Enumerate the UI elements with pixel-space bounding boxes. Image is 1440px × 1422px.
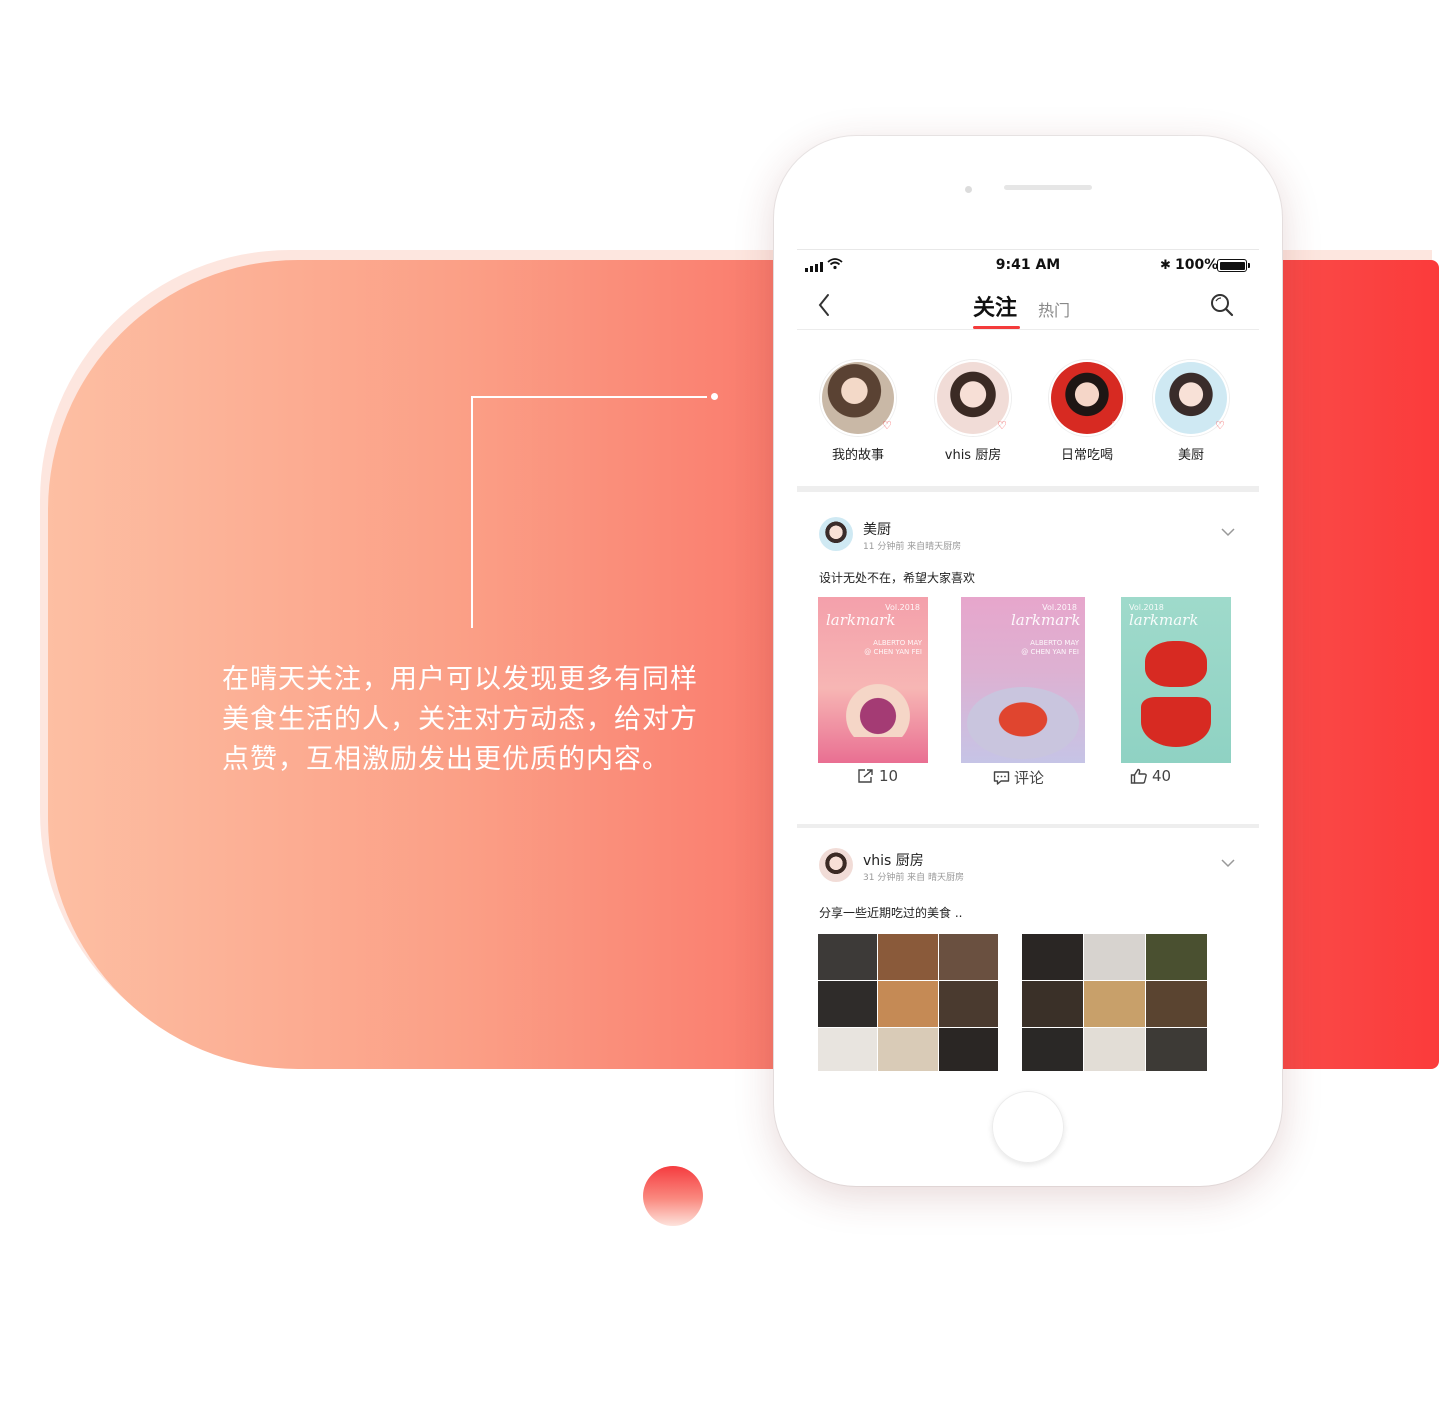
like-button[interactable]: 40 xyxy=(1130,767,1171,785)
comment-icon xyxy=(993,770,1010,785)
callout-dot xyxy=(711,393,718,400)
avatar: ♡ xyxy=(1049,360,1125,436)
photo-grid[interactable] xyxy=(1022,934,1207,1071)
story-item[interactable]: ♡ 美厨 xyxy=(1136,360,1246,463)
magazine-cover[interactable]: Vol.2018 larkmark ALBERTO MAY @ CHEN YAN… xyxy=(818,597,928,763)
phone-camera xyxy=(965,186,972,193)
magazine-art xyxy=(1141,697,1211,747)
story-label: vhis 厨房 xyxy=(944,448,1002,463)
avatar[interactable] xyxy=(819,848,853,882)
post-text: 分享一些近期吃过的美食 .. xyxy=(819,906,963,920)
heart-icon: ♡ xyxy=(1111,419,1121,432)
share-icon xyxy=(858,769,873,783)
story-item[interactable]: ♡ vhis 厨房 xyxy=(918,360,1028,463)
bluetooth-icon: ✱ xyxy=(1160,258,1171,273)
search-icon[interactable] xyxy=(1209,292,1235,318)
callout-line-vertical xyxy=(471,396,473,628)
chevron-down-icon[interactable] xyxy=(1221,527,1235,537)
battery-icon xyxy=(1217,259,1250,272)
section-divider xyxy=(797,486,1259,492)
magazine-cover[interactable]: Vol.2018 larkmark ALBERTO MAY @ CHEN YAN… xyxy=(961,597,1085,763)
comment-button[interactable]: 评论 xyxy=(993,767,1044,788)
status-bar: 9:41 AM ✱ 100% xyxy=(797,250,1259,280)
avatar: ♡ xyxy=(1153,360,1229,436)
story-label: 日常吃喝 xyxy=(1060,448,1113,463)
story-list: ♡ 我的故事 ♡ vhis 厨房 ♡ 日常吃喝 ♡ 美厨 xyxy=(797,330,1259,486)
photo-grid[interactable] xyxy=(818,934,998,1071)
share-button[interactable]: 10 xyxy=(857,767,898,785)
like-count: 40 xyxy=(1152,767,1172,785)
post-meta: 11 分钟前 来自晴天厨房 xyxy=(863,542,962,552)
post-author[interactable]: 美厨 xyxy=(863,519,891,539)
avatar[interactable] xyxy=(819,517,853,551)
section-divider xyxy=(797,824,1259,828)
heart-icon: ♡ xyxy=(997,419,1007,432)
feature-description: 在晴天关注，用户可以发现更多有同样美食生活的人，关注对方动态，给对方点赞，互相激… xyxy=(222,664,698,775)
post-actions: 10 评论 40 xyxy=(797,767,1259,797)
back-icon[interactable] xyxy=(815,292,835,318)
battery-percent: 100% xyxy=(1175,257,1219,273)
thumbs-up-icon xyxy=(1130,768,1147,784)
post-text: 设计无处不在，希望大家喜欢 xyxy=(819,571,976,585)
magazine-art xyxy=(838,667,918,737)
post-images: Vol.2018 larkmark ALBERTO MAY @ CHEN YAN… xyxy=(797,597,1259,765)
heart-icon: ♡ xyxy=(882,419,892,432)
avatar: ♡ xyxy=(935,360,1011,436)
phone-home-button[interactable] xyxy=(992,1091,1064,1163)
post-author[interactable]: vhis 厨房 xyxy=(863,850,924,870)
post-meta: 31 分钟前 来自 晴天厨房 xyxy=(863,873,965,883)
phone-screen: 9:41 AM ✱ 100% 关注 热门 ♡ 我的故事 ♡ vhis 厨房 ♡ … xyxy=(797,249,1259,1071)
story-item[interactable]: ♡ 我的故事 xyxy=(803,360,913,463)
tab-follow[interactable]: 关注 xyxy=(973,290,1017,322)
post-card: vhis 厨房 31 分钟前 来自 晴天厨房 分享一些近期吃过的美食 .. xyxy=(797,848,1259,1071)
phone-speaker xyxy=(1004,185,1092,190)
magazine-cover[interactable]: Vol.2018 larkmark xyxy=(1121,597,1231,763)
post-card: 美厨 11 分钟前 来自晴天厨房 设计无处不在，希望大家喜欢 Vol.2018 … xyxy=(797,517,1259,827)
comment-label: 评论 xyxy=(1014,769,1045,787)
decorative-ball xyxy=(643,1166,703,1226)
nav-bar: 关注 热门 xyxy=(797,280,1259,330)
magazine-art xyxy=(1145,641,1207,687)
story-label: 美厨 xyxy=(1177,448,1204,463)
tab-active-indicator xyxy=(973,326,1020,329)
magazine-art xyxy=(967,687,1079,759)
tab-hot[interactable]: 热门 xyxy=(1038,297,1070,321)
story-item[interactable]: ♡ 日常吃喝 xyxy=(1032,360,1142,463)
avatar: ♡ xyxy=(820,360,896,436)
chevron-down-icon[interactable] xyxy=(1221,858,1235,868)
story-label: 我的故事 xyxy=(831,448,884,463)
callout-line-horizontal xyxy=(471,396,707,398)
heart-icon: ♡ xyxy=(1215,419,1225,432)
share-count: 10 xyxy=(879,767,899,785)
